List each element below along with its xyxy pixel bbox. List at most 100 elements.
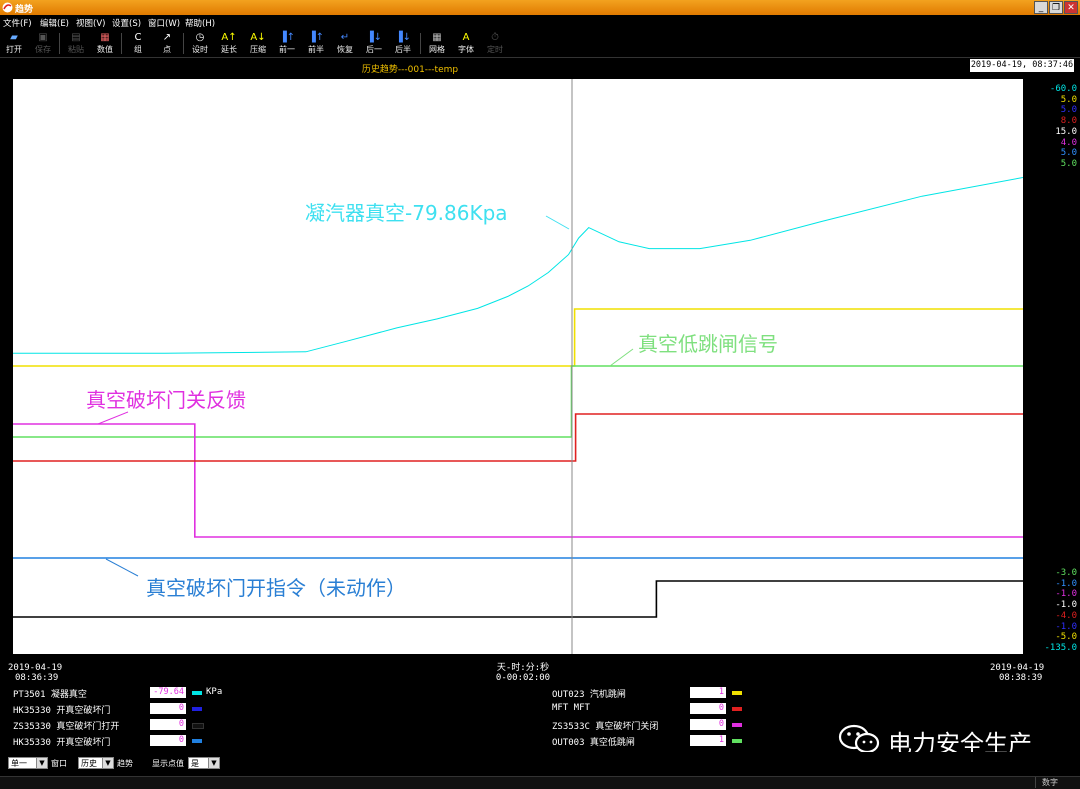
next-one-icon: ▐↓	[365, 32, 383, 43]
series-line	[13, 177, 1023, 354]
next-one-button[interactable]: ▐↓ 后一	[361, 31, 387, 55]
minimize-button[interactable]: _	[1034, 1, 1048, 14]
scale-min-value: -1.0	[1055, 621, 1077, 632]
legend-tag: OUT003 真空低跳闸	[552, 738, 635, 748]
menu-help[interactable]: 帮助(H)	[185, 17, 215, 29]
scale-max-value: 5.0	[1060, 158, 1077, 169]
legend-value: -79.64	[150, 687, 186, 698]
compress-button[interactable]: A↓ 压缩	[245, 31, 271, 55]
toolbar-divider	[420, 33, 421, 54]
legend-swatch	[732, 739, 742, 743]
prev-one-button[interactable]: ▐↑ 前一	[274, 31, 300, 55]
set-time-button[interactable]: ◷ 设时	[187, 31, 213, 55]
paste-icon: ▤	[71, 32, 81, 43]
menu-bar: 文件(F) 编辑(E) 视图(V) 设置(S) 窗口(W) 帮助(H)	[0, 15, 1080, 30]
scale-max-value: 4.0	[1060, 137, 1077, 148]
scale-min-value: -1.0	[1055, 578, 1077, 589]
font-button[interactable]: A 字体	[453, 31, 479, 55]
prev-half-button[interactable]: ▐↑ 前半	[303, 31, 329, 55]
next-half-button[interactable]: ▐↓ 后半	[390, 31, 416, 55]
annotation-trip-signal: 真空低跳闸信号	[638, 332, 778, 356]
values-button[interactable]: ▦ 数值	[92, 31, 118, 55]
app-logo-icon	[2, 2, 13, 13]
open-button[interactable]: ▰ 打开	[1, 31, 27, 55]
legend-tag: ZS35330 真空破坏门打开	[13, 722, 120, 732]
legend-item[interactable]: HK35330 开真空破坏门 0	[13, 703, 263, 716]
prev-one-icon: ▐↑	[278, 32, 296, 43]
scale-min-value: -3.0	[1055, 568, 1077, 578]
paste-button[interactable]: ▤ 粘贴	[63, 31, 89, 55]
legend-tag: MFT MFT	[552, 703, 590, 713]
annotation-leader	[545, 215, 570, 230]
legend-value: 0	[150, 735, 186, 746]
scale-min-value: -135.0	[1044, 642, 1077, 653]
save-icon: ▣	[38, 32, 48, 43]
legend-swatch	[192, 739, 202, 743]
legend-value: 0	[150, 719, 186, 730]
legend-tag: HK35330 开真空破坏门	[13, 706, 111, 716]
close-button[interactable]: ✕	[1064, 1, 1078, 14]
legend-item[interactable]: PT3501 凝器真空 -79.64 KPa	[13, 687, 263, 700]
legend-item[interactable]: MFT MFT 0	[552, 703, 752, 715]
scale-max-value: 8.0	[1060, 116, 1077, 127]
x-mid-label: 天-时:分:秒	[496, 663, 550, 673]
restore-icon: ↵	[340, 32, 350, 43]
menu-window[interactable]: 窗口(W)	[148, 17, 180, 29]
display-value-select[interactable]: 是 ▼	[188, 757, 220, 769]
legend-item[interactable]: OUT023 汽机跳闸 1	[552, 687, 752, 700]
extend-button[interactable]: A↑ 延长	[216, 31, 242, 55]
status-mode: 数字	[1035, 777, 1058, 788]
scale-min-value: -4.0	[1055, 610, 1077, 621]
window-title: 趋势	[15, 5, 34, 15]
history-select[interactable]: 历史 ▼	[78, 757, 114, 769]
scale-min-value: -1.0	[1055, 600, 1077, 611]
extend-icon: A↑	[221, 32, 237, 43]
point-button[interactable]: ↗ 点	[154, 31, 180, 55]
save-button[interactable]: ▣ 保存	[30, 31, 56, 55]
menu-edit[interactable]: 编辑(E)	[40, 17, 69, 29]
legend-swatch	[732, 691, 742, 695]
menu-settings[interactable]: 设置(S)	[112, 17, 141, 29]
scale-min-value: -1.0	[1055, 589, 1077, 600]
bottom-bar: 单一 ▼ 窗口 历史 ▼ 趋势 显示点值 是 ▼	[0, 752, 1080, 776]
chevron-down-icon: ▼	[102, 758, 113, 768]
annotation-leader	[97, 411, 129, 425]
status-bar: 数字	[0, 776, 1080, 789]
scale-max-value: 5.0	[1060, 94, 1077, 105]
menu-view[interactable]: 视图(V)	[76, 17, 105, 29]
legend-item[interactable]: ZS3533C 真空破坏门关闭 0	[552, 719, 752, 732]
legend-item[interactable]: ZS35330 真空破坏门打开 0	[13, 719, 263, 732]
toolbar-divider	[183, 33, 184, 54]
annotation-vacuum: 凝汽器真空-79.86Kpa	[305, 201, 508, 225]
legend-tag: HK35330 开真空破坏门	[13, 738, 111, 748]
restore-view-button[interactable]: ↵ 恢复	[332, 31, 358, 55]
next-half-icon: ▐↓	[394, 32, 412, 43]
grid-button[interactable]: ▦ 网格	[424, 31, 450, 55]
timer-button[interactable]: ⏱ 定时	[482, 31, 508, 55]
restore-button[interactable]: ❐	[1049, 1, 1063, 14]
trend-plot[interactable]: 凝汽器真空-79.86Kpa 真空低跳闸信号 真空破坏门关反馈 真空破坏门开指令…	[13, 79, 1023, 654]
toolbar-divider	[59, 33, 60, 54]
legend-value: 1	[690, 735, 726, 746]
legend-tag: OUT023 汽机跳闸	[552, 690, 626, 700]
legend-item[interactable]: HK35330 开真空破坏门 0	[13, 735, 263, 748]
x-axis-mid: 天-时:分:秒 0-00:02:00	[478, 663, 568, 683]
x-start-date: 2019-04-19	[8, 663, 63, 673]
annotation-breaker-open-command: 真空破坏门开指令（未动作）	[146, 576, 406, 600]
scale-max-value: 5.0	[1060, 105, 1077, 116]
menu-file[interactable]: 文件(F)	[3, 17, 32, 29]
x-axis-end: 2019-04-19 08:38:39	[990, 663, 1044, 683]
scale-max-value: -60.0	[1049, 84, 1077, 94]
legend-swatch	[192, 707, 202, 711]
display-value-label: 显示点值	[152, 759, 184, 768]
legend-item[interactable]: OUT003 真空低跳闸 1	[552, 735, 752, 748]
x-start-time: 08:36:39	[15, 673, 59, 683]
group-button[interactable]: C组	[125, 31, 151, 55]
scale-bottom: -3.0 -1.0 -1.0 -1.0 -4.0 -1.0 -5.0 -135.0	[1027, 568, 1077, 654]
legend-tag: ZS3533C 真空破坏门关闭	[552, 722, 659, 732]
title-bar: 趋势 _ ❐ ✕	[0, 0, 1080, 15]
scale-max-value: 5.0	[1060, 148, 1077, 159]
cursor-timestamp: 2019-04-19, 08:37:46	[970, 59, 1074, 72]
mode-select[interactable]: 单一 ▼	[8, 757, 48, 769]
chevron-down-icon: ▼	[36, 758, 47, 768]
